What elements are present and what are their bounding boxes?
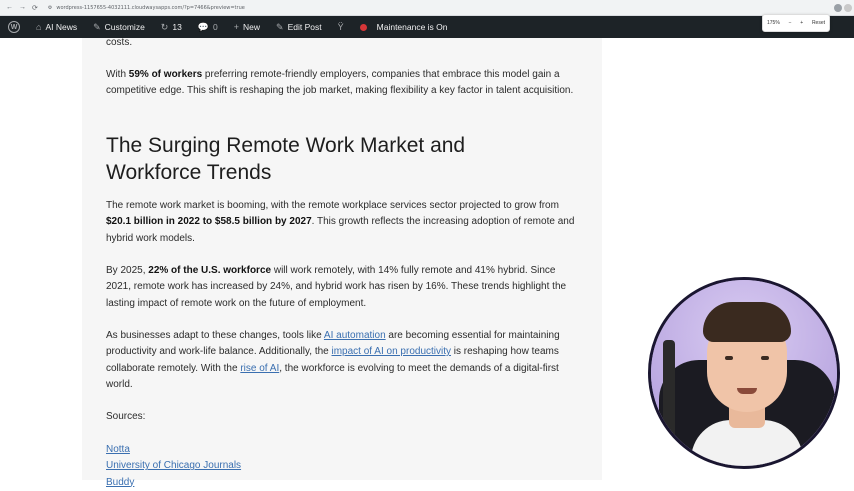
- stat-workers: 59% of workers: [128, 69, 203, 80]
- brush-icon: ✎: [93, 21, 101, 32]
- zoom-level: 175%: [767, 20, 780, 26]
- right-eye: [761, 356, 769, 360]
- pencil-icon: ✎: [276, 21, 284, 32]
- comments-link[interactable]: 💬 0: [190, 16, 226, 38]
- section-heading: The Surging Remote Work Market and Workf…: [106, 134, 466, 184]
- webcam-overlay: [648, 277, 840, 469]
- wordpress-icon: W: [8, 21, 20, 33]
- paragraph-workers: With 59% of workers preferring remote-fr…: [106, 69, 574, 97]
- new-label: New: [243, 22, 261, 32]
- browser-toolbar: ← → ⟳ ⚙ wordpress-1157655-4032111.cloudw…: [0, 0, 854, 16]
- updates-icon: ↻: [160, 21, 169, 32]
- source-link-buddy[interactable]: Buddy: [106, 477, 134, 488]
- source-list: Notta University of Chicago Journals Bud…: [106, 442, 241, 491]
- new-content-menu[interactable]: + New: [226, 16, 268, 38]
- paragraph-workforce: By 2025, 22% of the U.S. workforce will …: [106, 265, 567, 309]
- yoast-icon: Ÿ: [337, 22, 344, 32]
- source-link-uchicago[interactable]: University of Chicago Journals: [106, 460, 241, 471]
- comments-count: 0: [213, 22, 218, 32]
- site-name: AI News: [45, 22, 78, 32]
- paragraph-costs: costs.: [106, 37, 133, 48]
- paragraph-market: The remote work market is booming, with …: [106, 200, 575, 244]
- link-rise-of-ai[interactable]: rise of AI: [240, 363, 279, 374]
- site-info-icon[interactable]: ⚙: [48, 5, 52, 11]
- link-ai-automation[interactable]: AI automation: [324, 330, 386, 341]
- stat-market: $20.1 billion in 2022 to $58.5 billion b…: [106, 216, 312, 228]
- zoom-in-button[interactable]: +: [800, 20, 803, 26]
- comment-icon: 💬: [197, 21, 210, 32]
- link-ai-productivity[interactable]: impact of AI on productivity: [332, 346, 452, 357]
- zoom-popup: 175% − + Reset: [762, 14, 830, 32]
- updates-count: 13: [172, 22, 182, 32]
- maintenance-label: Maintenance is On: [376, 22, 448, 32]
- forward-icon[interactable]: →: [19, 4, 26, 12]
- wp-logo-menu[interactable]: W: [0, 16, 28, 38]
- mouth: [737, 388, 757, 394]
- yoast-menu[interactable]: Ÿ: [330, 16, 352, 38]
- paragraph-ai: As businesses adapt to these changes, to…: [106, 330, 560, 390]
- site-name-menu[interactable]: ⌂ AI News: [28, 16, 85, 38]
- back-icon[interactable]: ←: [6, 4, 13, 12]
- browser-nav: ← → ⟳: [0, 4, 38, 12]
- url-text: wordpress-1157655-4032111.cloudwaysapps.…: [56, 4, 245, 11]
- maintenance-status[interactable]: Maintenance is On: [352, 16, 456, 38]
- updates-link[interactable]: ↻ 13: [153, 16, 190, 38]
- reload-icon[interactable]: ⟳: [32, 4, 38, 12]
- source-link-notta[interactable]: Notta: [106, 444, 130, 455]
- left-eye: [725, 356, 733, 360]
- content-column: [82, 38, 602, 480]
- stat-workforce: 22% of the U.S. workforce: [148, 265, 272, 276]
- customize-label: Customize: [104, 22, 145, 32]
- extension-icon[interactable]: [834, 4, 842, 12]
- zoom-out-button[interactable]: −: [789, 20, 792, 26]
- home-icon: ⌂: [36, 22, 42, 32]
- microphone-arm: [663, 340, 675, 450]
- plus-icon: +: [233, 22, 240, 32]
- address-bar[interactable]: ⚙ wordpress-1157655-4032111.cloudwaysapp…: [48, 5, 245, 11]
- sources-label: Sources:: [106, 411, 146, 422]
- profile-icon[interactable]: [844, 4, 852, 12]
- edit-post-link[interactable]: ✎ Edit Post: [268, 16, 330, 38]
- presenter-hair: [703, 302, 791, 342]
- zoom-reset-button[interactable]: Reset: [812, 20, 825, 26]
- edit-post-label: Edit Post: [287, 22, 322, 32]
- status-dot-icon: [359, 23, 367, 31]
